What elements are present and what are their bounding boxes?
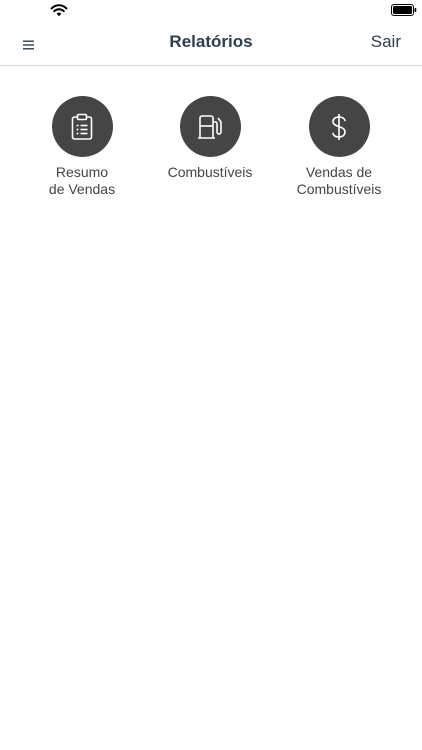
wifi-icon — [50, 4, 68, 17]
battery-full-icon — [391, 4, 417, 16]
report-icon-circle — [51, 96, 113, 157]
dollar-sign-icon — [332, 113, 346, 140]
menu-button[interactable] — [18, 34, 40, 56]
page-title: Relatórios — [169, 32, 253, 51]
report-label: Resumo de Vendas — [48, 164, 116, 197]
report-icon-circle — [179, 96, 241, 157]
clipboard-list-icon — [71, 113, 93, 140]
report-tile-sales-summary[interactable]: Resumo de Vendas — [22, 96, 142, 198]
report-label: Vendas de Combustíveis — [296, 164, 382, 197]
report-tile-fuel-sales[interactable]: Vendas de Combustíveis — [279, 96, 399, 198]
hamburger-menu-icon — [23, 40, 34, 50]
report-tile-fuels[interactable]: Combustíveis — [150, 96, 270, 181]
report-icon-circle — [308, 96, 370, 157]
report-label: Combustíveis — [167, 164, 253, 180]
status-bar — [0, 0, 422, 22]
reports-screen: Relatórios Sair Resumo de Vendas Combust… — [0, 0, 422, 750]
navigation-bar: Relatórios Sair — [0, 22, 422, 66]
fuel-pump-icon — [198, 114, 222, 139]
logout-button[interactable]: Sair — [371, 32, 401, 52]
